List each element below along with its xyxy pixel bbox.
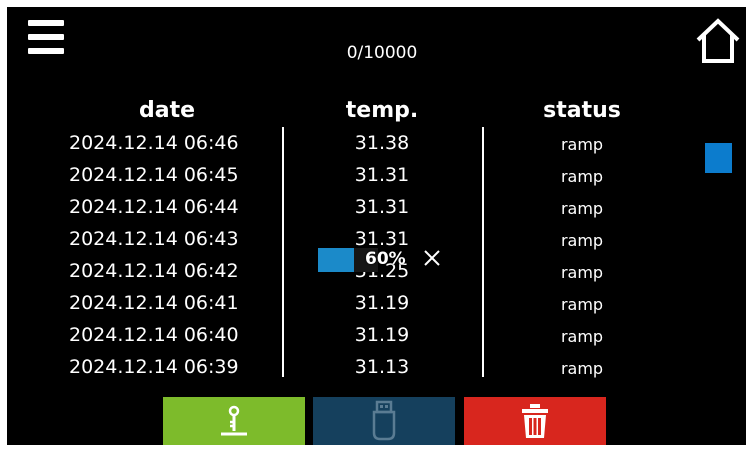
table-row: 2024.12.14 06:46 31.38 ramp [7, 132, 746, 162]
temperature-cell: 31.19 [354, 292, 410, 314]
date-cell: 2024.12.14 06:45 [69, 164, 239, 186]
close-icon[interactable] [421, 247, 443, 269]
export-progress-fill [318, 248, 354, 272]
status-cell: ramp [560, 327, 604, 346]
status-cell: ramp [560, 135, 604, 154]
status-cell: ramp [560, 199, 604, 218]
date-cell: 2024.12.14 06:40 [69, 324, 239, 346]
temperature-cell: 31.38 [354, 132, 410, 154]
menu-icon[interactable] [28, 20, 64, 54]
table-row: 2024.12.14 06:41 31.19 ramp [7, 292, 746, 322]
date-cell: 2024.12.14 06:46 [69, 132, 239, 154]
table-row: 2024.12.14 06:45 31.31 ramp [7, 164, 746, 194]
status-cell: ramp [560, 231, 604, 250]
status-cell: ramp [560, 359, 604, 378]
date-cell: 2024.12.14 06:42 [69, 260, 239, 282]
table-row: 2024.12.14 06:44 31.31 ramp [7, 196, 746, 226]
date-cell: 2024.12.14 06:39 [69, 356, 239, 378]
download-button[interactable] [163, 397, 305, 445]
temperature-cell: 31.13 [354, 356, 410, 378]
scrollbar-thumb[interactable] [705, 143, 732, 173]
status-cell: ramp [560, 295, 604, 314]
home-icon[interactable] [694, 17, 742, 65]
delete-button[interactable] [464, 397, 606, 445]
download-icon [221, 405, 247, 436]
date-cell: 2024.12.14 06:44 [69, 196, 239, 218]
temperature-cell: 31.19 [354, 324, 410, 346]
column-header-status: status [543, 98, 621, 123]
table-row: 2024.12.14 06:39 31.13 ramp [7, 356, 746, 386]
column-header-date: date [138, 98, 196, 123]
status-cell: ramp [560, 167, 604, 186]
trash-icon [522, 404, 548, 438]
column-header-temp: temp. [345, 98, 419, 123]
temperature-cell: 31.31 [354, 164, 410, 186]
date-cell: 2024.12.14 06:43 [69, 228, 239, 250]
status-cell: ramp [560, 263, 604, 282]
date-cell: 2024.12.14 06:41 [69, 292, 239, 314]
usb-icon [372, 400, 396, 441]
record-counter: 0/10000 [346, 43, 418, 63]
screen: 0/10000 date temp. status 2024.12.14 06:… [7, 7, 746, 445]
usb-export-button[interactable] [313, 397, 455, 445]
export-progress-label: 60% [365, 249, 406, 269]
table-row: 2024.12.14 06:40 31.19 ramp [7, 324, 746, 354]
temperature-cell: 31.31 [354, 196, 410, 218]
